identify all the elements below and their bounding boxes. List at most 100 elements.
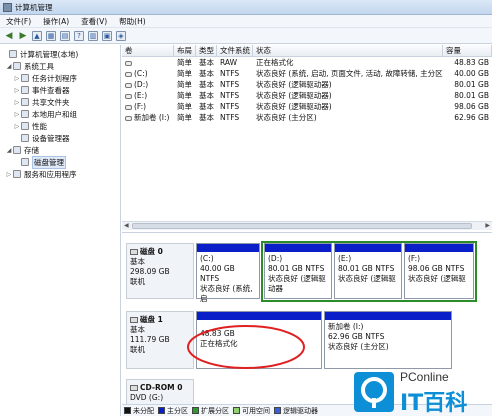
partition-new-volume-i[interactable]: 新加卷 (I:) 62.96 GB NTFS 状态良好 (主分区) [324, 311, 452, 369]
tree-node-shared-folders[interactable]: ▷ 共享文件夹 [0, 96, 120, 108]
performance-icon [21, 122, 29, 130]
legend-swatch [158, 407, 165, 414]
legend-swatch [274, 407, 281, 414]
tree-node-disk-management[interactable]: 磁盘管理 [0, 155, 120, 169]
event-viewer-icon [21, 86, 29, 94]
legend-unallocated: 未分配 [124, 406, 154, 416]
collapse-icon[interactable]: ◢ [6, 63, 12, 70]
pane-icon[interactable]: ▥ [88, 30, 98, 41]
drive-icon [125, 93, 132, 99]
column-header-layout[interactable]: 布局 [174, 45, 196, 56]
collapse-icon[interactable]: ◢ [6, 147, 12, 154]
console-tree: 计算机管理(本地) ◢ 系统工具 ▷ 任务计划程序 ▷ 事件查看器 ▷ 共享文件… [0, 45, 121, 416]
expand-icon[interactable]: ▷ [14, 87, 20, 94]
column-header-type[interactable]: 类型 [196, 45, 217, 56]
pconline-watermark: PConline IT百科 [352, 368, 492, 416]
tree-node-device-manager[interactable]: 设备管理器 [0, 132, 120, 144]
tree-node-storage[interactable]: ◢ 存储 [0, 144, 120, 156]
expand-icon[interactable]: ▷ [14, 99, 20, 106]
console-tree-icon[interactable]: ▦ [46, 30, 56, 41]
up-folder-icon[interactable]: ▲ [32, 30, 42, 41]
cdrom-0-label[interactable]: CD-ROM 0 DVD (G:) [126, 379, 194, 405]
primary-partition-bar [325, 312, 451, 320]
brand-text: PConline [400, 370, 449, 384]
drive-icon [125, 82, 132, 88]
legend-swatch [192, 407, 199, 414]
menu-bar: 文件(F) 操作(A) 查看(V) 帮助(H) [0, 15, 492, 28]
expand-icon[interactable]: ▷ [6, 171, 12, 178]
toolbar: ◀ ▶ ▲ ▦ ▤ ? ▥ ▣ ◈ [0, 28, 492, 44]
computer-management-icon [3, 2, 12, 12]
red-circle-annotation [187, 325, 305, 369]
tree-node-computer-management[interactable]: 计算机管理(本地) [0, 48, 120, 60]
computer-icon [9, 50, 17, 58]
tree-node-performance[interactable]: ▷ 性能 [0, 120, 120, 132]
disk-0-label[interactable]: 磁盘 0 基本 298.09 GB 联机 [126, 243, 194, 299]
extended-partition-outline [261, 241, 477, 302]
scroll-left-icon[interactable]: ◀ [124, 222, 129, 229]
column-header-status[interactable]: 状态 [253, 45, 443, 56]
disk-name: 磁盘 1 [130, 315, 190, 325]
expand-icon[interactable]: ▷ [14, 123, 20, 130]
volume-list: 卷 布局 类型 文件系统 状态 容量 简单 基本 RAW 正在格式化 48.83… [122, 45, 492, 221]
menu-action[interactable]: 操作(A) [43, 16, 69, 27]
primary-partition-bar [197, 312, 321, 320]
horizontal-scrollbar[interactable]: ◀ ▶ [122, 221, 492, 230]
volume-row[interactable]: 新加卷 (I:) 简单 基本 NTFS 状态良好 (主分区) 62.96 GB [122, 112, 492, 123]
clock-icon [21, 74, 29, 82]
legend-logical: 逻辑驱动器 [274, 406, 318, 416]
drive-icon [125, 71, 132, 77]
users-icon [21, 110, 29, 118]
window-title: 计算机管理 [15, 2, 53, 12]
expand-icon[interactable]: ▷ [14, 111, 20, 118]
legend-swatch [124, 407, 131, 414]
volume-row[interactable]: 简单 基本 RAW 正在格式化 48.83 GB [122, 57, 492, 68]
export-icon[interactable]: ▣ [102, 30, 112, 41]
scrollbar-thumb[interactable] [132, 223, 472, 229]
expand-icon[interactable]: ▷ [14, 75, 20, 82]
disk-management-icon [21, 158, 29, 166]
scroll-right-icon[interactable]: ▶ [485, 222, 490, 229]
back-arrow-icon[interactable]: ◀ [4, 31, 14, 41]
legend-swatch [233, 407, 240, 414]
storage-icon [13, 146, 21, 154]
menu-file[interactable]: 文件(F) [6, 16, 31, 27]
shared-folder-icon [21, 98, 29, 106]
legend-extended: 扩展分区 [192, 406, 229, 416]
drive-icon [125, 115, 132, 121]
disk-name: CD-ROM 0 [130, 383, 190, 393]
cdrom-icon [130, 385, 138, 391]
site-name-text: IT百科 [400, 391, 468, 416]
primary-partition-bar [197, 244, 259, 252]
title-bar: 计算机管理 [0, 0, 492, 15]
menu-help[interactable]: 帮助(H) [119, 16, 146, 27]
drive-icon [125, 104, 132, 110]
forward-arrow-icon[interactable]: ▶ [18, 31, 28, 41]
partition-c[interactable]: (C:) 40.00 GB NTFS 状态良好 (系统, 启 [196, 243, 260, 303]
settings-icon[interactable]: ◈ [116, 30, 126, 41]
menu-view[interactable]: 查看(V) [81, 16, 107, 27]
disk-name: 磁盘 0 [130, 247, 190, 257]
help-icon[interactable]: ? [74, 30, 84, 41]
services-icon [13, 170, 21, 178]
device-manager-icon [21, 134, 29, 142]
legend-primary: 主分区 [158, 406, 188, 416]
drive-icon [125, 60, 132, 66]
tree-node-system-tools[interactable]: ◢ 系统工具 [0, 60, 120, 72]
tree-node-services-apps[interactable]: ▷ 服务和应用程序 [0, 168, 120, 180]
tree-node-event-viewer[interactable]: ▷ 事件查看器 [0, 84, 120, 96]
tree-node-local-users[interactable]: ▷ 本地用户和组 [0, 108, 120, 120]
properties-icon[interactable]: ▤ [60, 30, 70, 41]
column-header-volume[interactable]: 卷 [122, 45, 174, 56]
column-header-filesystem[interactable]: 文件系统 [217, 45, 253, 56]
volume-row[interactable]: (F:) 简单 基本 NTFS 状态良好 (逻辑驱动器) 98.06 GB [122, 101, 492, 112]
volume-row[interactable]: (C:) 简单 基本 NTFS 状态良好 (系统, 启动, 页面文件, 活动, … [122, 68, 492, 79]
volume-row[interactable]: (D:) 简单 基本 NTFS 状态良好 (逻辑驱动器) 80.01 GB [122, 79, 492, 90]
tools-icon [13, 62, 21, 70]
column-header-capacity[interactable]: 容量 [443, 45, 492, 56]
disk-icon [130, 317, 138, 323]
disk-icon [130, 249, 138, 255]
volume-row[interactable]: (E:) 简单 基本 NTFS 状态良好 (逻辑驱动器) 80.01 GB [122, 90, 492, 101]
volume-list-header: 卷 布局 类型 文件系统 状态 容量 [122, 45, 492, 57]
tree-node-task-scheduler[interactable]: ▷ 任务计划程序 [0, 72, 120, 84]
